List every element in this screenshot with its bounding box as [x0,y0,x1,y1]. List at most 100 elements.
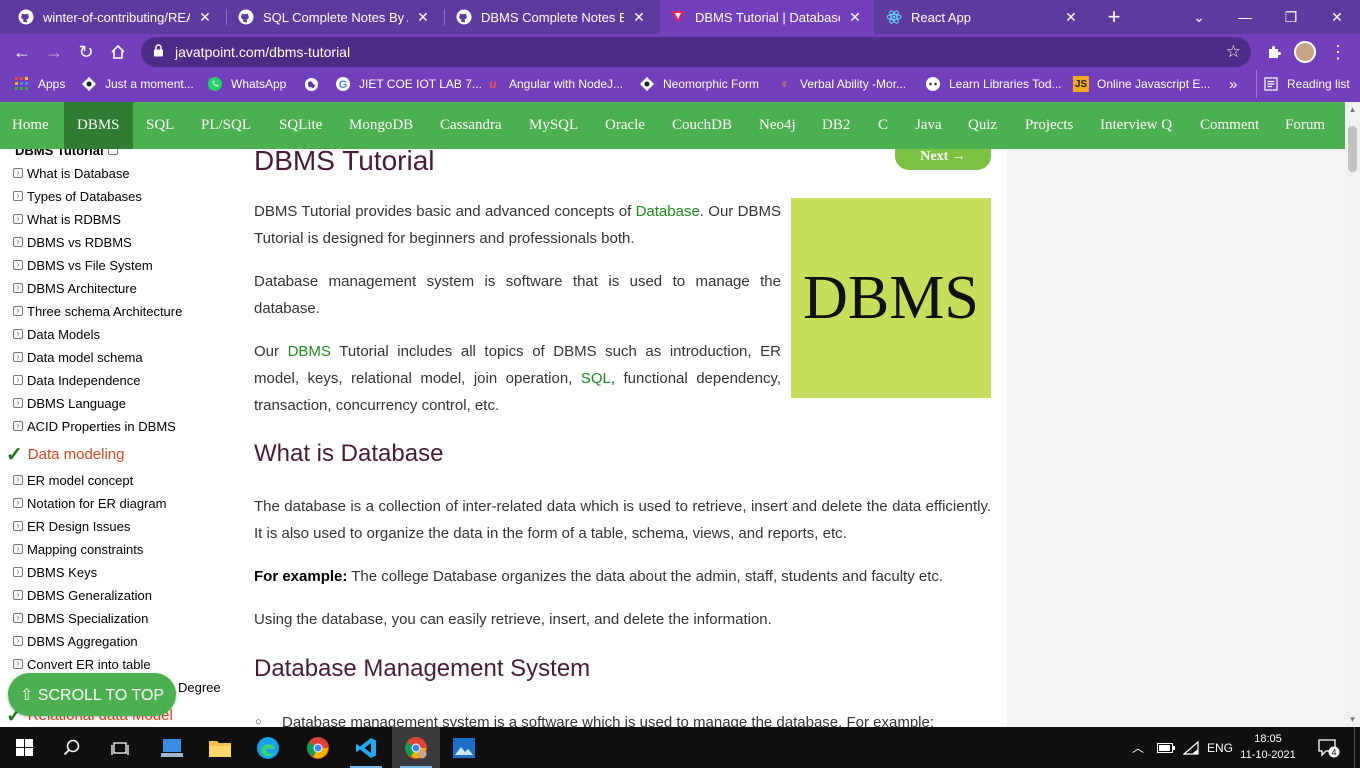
tab-dbms-notes[interactable]: DBMS Complete Notes By Ab ✕ [446,0,658,34]
back-icon[interactable]: ← [10,40,34,64]
sidebar-item[interactable]: › Data model schema [13,347,143,367]
sidebar-item-dbms-tutorial[interactable]: DBMS Tutorial [15,149,122,160]
dbms-link[interactable]: DBMS [288,343,331,360]
chrome-icon[interactable] [294,727,342,768]
nav-dbms[interactable]: DBMS [64,102,133,149]
notifications-icon[interactable]: 4 [1318,727,1340,768]
bookmark-angular-nodejs[interactable]: u Angular with NodeJ... [485,70,623,98]
menu-kebab-icon[interactable]: ⋮ [1326,40,1350,64]
more-bookmarks-icon[interactable]: » [1229,70,1237,98]
show-hidden-icons[interactable]: ︿ [1132,727,1144,768]
sidebar-item[interactable]: › DBMS Aggregation [13,631,138,651]
sidebar-item[interactable]: › DBMS Specialization [13,608,148,628]
edge-browser-icon[interactable] [244,727,292,768]
tab-search-icon[interactable]: ⌄ [1176,0,1222,34]
close-tab-icon[interactable]: ✕ [1062,9,1080,26]
nav-quiz[interactable]: Quiz [968,102,997,149]
scrollbar-thumb[interactable] [1348,126,1357,172]
sidebar-item[interactable]: › Data Independence [13,370,140,390]
lock-icon[interactable] [153,44,167,60]
bookmark-apps[interactable]: Apps [14,70,65,98]
photos-icon[interactable] [440,727,488,768]
bookmark-online-javascript[interactable]: JS Online Javascript E... [1073,70,1210,98]
user-folder-app-icon[interactable] [148,727,196,768]
nav-interview-q[interactable]: Interview Q [1100,102,1172,149]
wifi-icon[interactable] [1183,727,1199,768]
vscode-icon[interactable] [342,727,390,768]
nav-plsql[interactable]: PL/SQL [201,102,251,149]
sidebar-item[interactable]: › DBMS vs RDBMS [13,232,132,252]
bookmark-unnamed[interactable] [303,70,327,98]
forward-icon[interactable]: → [42,40,66,64]
nav-sqlite[interactable]: SQLite [279,102,322,149]
sidebar-item[interactable]: › DBMS Keys [13,562,97,582]
home-icon[interactable] [106,40,130,64]
sidebar-item[interactable]: Degree [178,677,221,697]
reload-icon[interactable]: ↻ [74,40,98,64]
nav-c[interactable]: C [878,102,888,149]
extensions-icon[interactable] [1262,40,1286,64]
bookmark-whatsapp[interactable]: WhatsApp [207,70,286,98]
nav-db2[interactable]: DB2 [822,102,850,149]
nav-comment[interactable]: Comment [1200,102,1259,149]
nav-forum[interactable]: Forum [1285,102,1325,149]
nav-mysql[interactable]: MySQL [529,102,578,149]
restore-icon[interactable]: ❐ [1268,0,1314,34]
tab-sql-notes[interactable]: SQL Complete Notes By Abh ✕ [228,0,442,34]
sidebar-item[interactable]: › DBMS vs File System [13,255,153,275]
bookmark-verbal-ability[interactable]: ♆ Verbal Ability -Mor... [776,70,907,98]
sidebar-item[interactable]: › Convert ER into table [13,654,151,674]
battery-icon[interactable] [1157,727,1175,768]
nav-couchdb[interactable]: CouchDB [672,102,732,149]
sidebar-item[interactable]: › DBMS Architecture [13,278,137,298]
sidebar-section-heading[interactable]: ✓ Data modeling [6,442,125,466]
sidebar-item[interactable]: › ER model concept [13,470,133,490]
minimize-icon[interactable]: — [1222,0,1268,34]
nav-cassandra[interactable]: Cassandra [440,102,502,149]
new-tab-icon[interactable]: + [1102,4,1126,30]
windows-start-icon[interactable] [0,727,48,768]
scroll-to-top-button[interactable]: ⇧ SCROLL TO TOP [8,673,176,716]
tab-winter-of-contributing[interactable]: winter-of-contributing/REAC ✕ [8,0,224,34]
nav-java[interactable]: Java [915,102,942,149]
nav-home[interactable]: Home [0,102,61,149]
close-tab-icon[interactable]: ✕ [846,9,864,26]
bookmark-neomorphic-form[interactable]: Neomorphic Form [639,70,759,98]
scroll-up-icon[interactable]: ▲ [1345,105,1360,114]
tab-react-app[interactable]: React App ✕ [876,0,1090,34]
address-bar[interactable]: javatpoint.com/dbms-tutorial ☆ [141,37,1251,67]
sql-link[interactable]: SQL [581,370,611,387]
language-indicator[interactable]: ENG [1207,727,1233,768]
task-view-icon[interactable] [96,727,144,768]
next-button[interactable]: Next → [895,149,991,170]
nav-oracle[interactable]: Oracle [605,102,645,149]
sidebar-item[interactable]: › Three schema Architecture [13,301,182,321]
nav-sql[interactable]: SQL [146,102,174,149]
bookmark-just-a-moment[interactable]: Just a moment... [81,70,194,98]
search-icon[interactable] [48,727,96,768]
sidebar-item[interactable]: › Types of Databases [13,186,142,206]
close-tab-icon[interactable]: ✕ [414,9,432,26]
sidebar-item[interactable]: › What is Database [13,163,130,183]
sidebar-item[interactable]: › DBMS Generalization [13,585,152,605]
show-desktop-button[interactable] [1354,727,1360,768]
sidebar-item[interactable]: › ER Design Issues [13,516,130,536]
nav-projects[interactable]: Projects [1025,102,1073,149]
sidebar-item[interactable]: › Notation for ER diagram [13,493,166,513]
file-explorer-icon[interactable] [196,727,244,768]
avatar[interactable] [1294,41,1316,63]
sidebar-item[interactable]: › Mapping constraints [13,539,143,559]
sidebar-item[interactable]: › What is RDBMS [13,209,121,229]
chrome-active-icon[interactable] [392,727,440,768]
sidebar-item[interactable]: › ACID Properties in DBMS [13,416,176,436]
bookmark-jiet-coe[interactable]: G JIET COE IOT LAB 7... [335,70,482,98]
scroll-down-icon[interactable]: ▼ [1345,715,1360,724]
bookmark-learn-libraries[interactable]: Learn Libraries Tod... [925,70,1062,98]
close-tab-icon[interactable]: ✕ [630,9,648,26]
nav-neo4j[interactable]: Neo4j [759,102,796,149]
system-clock[interactable]: 18:05 11-10-2021 [1238,731,1298,763]
sidebar-item[interactable]: › DBMS Language [13,393,126,413]
close-tab-icon[interactable]: ✕ [196,9,214,26]
sidebar-item[interactable]: › Data Models [13,324,100,344]
reading-list-button[interactable]: Reading list [1256,70,1350,98]
